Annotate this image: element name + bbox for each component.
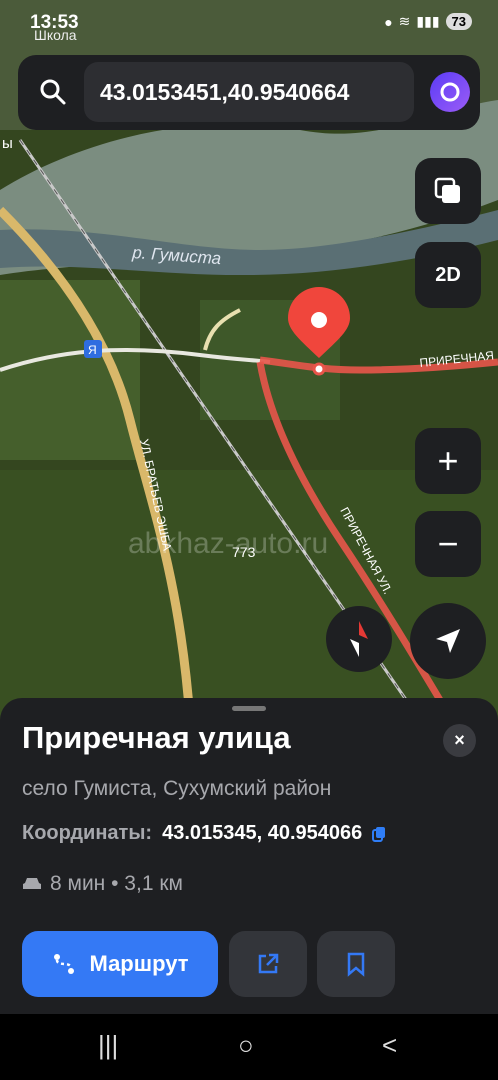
place-subtitle: село Гумиста, Сухумский район <box>22 777 332 800</box>
coordinates-row: Координаты: 43.015345, 40.954066 <box>22 822 386 845</box>
view-2d-button[interactable]: 2D <box>415 242 481 308</box>
search-input[interactable]: 43.0153451,40.9540664 <box>84 62 414 122</box>
system-nav-bar: ||| ○ < <box>0 1014 498 1080</box>
eta-text: 8 мин • 3,1 км <box>50 872 183 895</box>
my-location-button[interactable] <box>410 603 486 679</box>
search-icon[interactable] <box>38 77 68 107</box>
status-subtitle: Школа <box>34 27 77 43</box>
back-button[interactable]: < <box>382 1030 397 1061</box>
wifi-icon: ≋ <box>398 13 411 29</box>
road-badge-text: Я <box>88 343 97 357</box>
battery-indicator: 73 <box>445 13 472 30</box>
signal-icon: ▮▮▮ <box>416 13 440 29</box>
home-button[interactable]: ○ <box>238 1030 254 1061</box>
voice-assistant-button[interactable] <box>430 72 470 112</box>
eta-row: 8 мин • 3,1 км <box>22 872 183 896</box>
route-button-label: Маршрут <box>89 951 189 976</box>
layers-button[interactable] <box>415 158 481 224</box>
copy-icon[interactable] <box>372 826 386 842</box>
close-button[interactable]: × <box>443 724 476 757</box>
layers-icon <box>434 177 460 203</box>
navigation-arrow-icon <box>436 629 460 653</box>
partial-label: ы <box>2 135 13 152</box>
status-icons: ● ≋ ▮▮▮ 73 <box>384 13 472 30</box>
assistant-icon <box>440 82 460 102</box>
recent-apps-button[interactable]: ||| <box>98 1030 118 1061</box>
status-bar: 13:53 Школа ● ≋ ▮▮▮ 73 <box>0 0 498 44</box>
bookmark-icon <box>347 952 365 977</box>
zoom-out-button[interactable]: − <box>415 511 481 577</box>
watermark: abkhaz-auto.ru <box>128 527 328 560</box>
sheet-handle[interactable] <box>232 706 266 711</box>
coordinates-value[interactable]: 43.015345, 40.954066 <box>162 822 362 845</box>
car-icon <box>23 878 41 889</box>
coordinates-label: Координаты: <box>22 822 153 844</box>
location-icon: ● <box>384 13 393 30</box>
bookmark-button[interactable] <box>317 931 395 997</box>
compass-button[interactable] <box>326 606 392 672</box>
place-title: Приречная улица <box>22 720 291 755</box>
share-button[interactable] <box>229 931 307 997</box>
route-button[interactable]: Маршрут <box>22 931 218 997</box>
route-icon <box>54 954 75 974</box>
location-pin-dot <box>312 362 326 376</box>
share-icon <box>258 953 279 974</box>
zoom-in-button[interactable]: + <box>415 428 481 494</box>
search-bar: 43.0153451,40.9540664 <box>18 55 480 130</box>
compass-icon <box>350 621 368 657</box>
